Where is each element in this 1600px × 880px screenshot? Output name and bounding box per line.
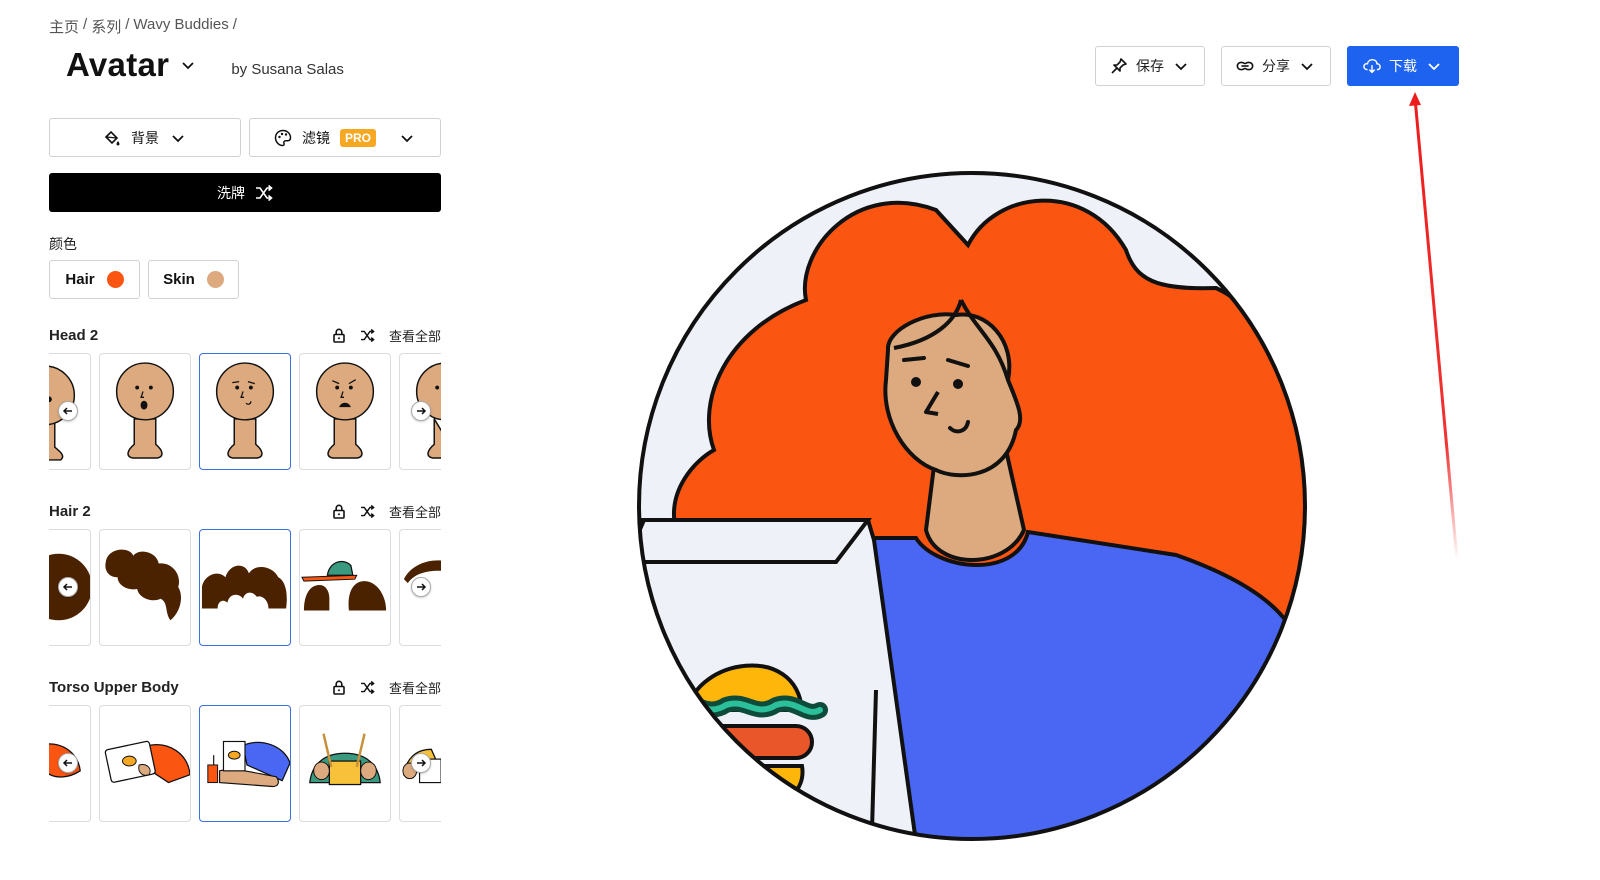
hair-carousel [49, 529, 441, 647]
lock-icon[interactable] [332, 327, 346, 343]
customizer-panel: 背景 滤镜 PRO 洗牌 颜色 Hair Skin Head 2 查看全部 Ha… [49, 118, 441, 823]
hair-option-card[interactable] [299, 529, 391, 646]
author-credit[interactable]: by Susana Salas [231, 61, 344, 78]
shuffle-icon[interactable] [360, 504, 375, 518]
background-label: 背景 [131, 129, 159, 146]
torso-option-card[interactable] [99, 705, 191, 822]
chevron-down-icon [1425, 57, 1443, 75]
torso-option-card[interactable] [299, 705, 391, 822]
save-button[interactable]: 保存 [1095, 46, 1205, 86]
skin-color-swatch [206, 271, 224, 288]
chevron-down-icon [398, 129, 416, 147]
section-title: Torso Upper Body [49, 678, 179, 696]
share-label: 分享 [1262, 58, 1290, 74]
palette-icon [274, 129, 292, 147]
breadcrumb-series[interactable]: 系列 [91, 16, 121, 37]
save-label: 保存 [1136, 58, 1164, 74]
section-title: Head 2 [49, 326, 99, 344]
arrow-left-icon [62, 759, 72, 767]
arrow-right-icon [417, 759, 427, 767]
head-option-card[interactable] [299, 353, 391, 470]
arrow-right-icon [417, 407, 427, 415]
view-all-link[interactable]: 查看全部 [389, 502, 441, 521]
background-button[interactable]: 背景 [49, 118, 241, 157]
hair-section: Hair 2 查看全部 [49, 501, 441, 647]
color-section-label: 颜色 [49, 236, 77, 252]
shuffle-icon[interactable] [360, 328, 375, 342]
hair-option-card-selected[interactable] [199, 529, 291, 646]
breadcrumb-separator: / [125, 16, 130, 33]
torso-section: Torso Upper Body 查看全部 [49, 677, 441, 823]
chevron-down-icon [169, 129, 187, 147]
lock-icon[interactable] [332, 679, 346, 695]
filter-label: 滤镜 [301, 129, 330, 146]
paint-bucket-icon [103, 129, 121, 147]
carousel-next-button[interactable] [411, 577, 431, 597]
shuffle-icon[interactable] [360, 680, 375, 694]
pro-badge: PRO [339, 128, 376, 147]
view-all-link[interactable]: 查看全部 [389, 326, 441, 345]
hair-option-card[interactable] [99, 529, 191, 646]
chevron-down-icon[interactable] [181, 58, 195, 72]
head-option-card[interactable] [99, 353, 191, 470]
link-icon [1236, 57, 1254, 75]
cloud-download-icon [1363, 57, 1381, 75]
hair-color-label: Hair [65, 271, 95, 288]
shuffle-label: 洗牌 [217, 184, 245, 201]
breadcrumb-collection[interactable]: Wavy Buddies [133, 16, 228, 37]
lock-icon[interactable] [332, 503, 346, 519]
carousel-next-button[interactable] [411, 753, 431, 773]
chevron-down-icon [1172, 57, 1190, 75]
color-chips: Hair Skin [49, 260, 441, 299]
skin-color-label: Skin [163, 271, 195, 288]
pin-icon [1110, 57, 1128, 75]
share-button[interactable]: 分享 [1221, 46, 1331, 86]
title-row: Avatar by Susana Salas [66, 46, 344, 84]
head-section: Head 2 查看全部 [49, 325, 441, 471]
breadcrumb-separator: / [232, 16, 237, 33]
breadcrumb: 主页 / 系列 / Wavy Buddies / [49, 16, 237, 37]
chevron-down-icon [1298, 57, 1316, 75]
carousel-next-button[interactable] [411, 401, 431, 421]
page-title[interactable]: Avatar [66, 46, 169, 84]
arrow-left-icon [62, 583, 72, 591]
torso-carousel [49, 705, 441, 823]
download-label: 下载 [1389, 58, 1417, 74]
download-button[interactable]: 下载 [1347, 46, 1459, 86]
carousel-prev-button[interactable] [58, 753, 78, 773]
arrow-left-icon [62, 407, 72, 415]
section-title: Hair 2 [49, 502, 91, 520]
carousel-prev-button[interactable] [58, 577, 78, 597]
view-all-link[interactable]: 查看全部 [389, 678, 441, 697]
shuffle-button[interactable]: 洗牌 [49, 173, 441, 212]
top-actions: 保存 分享 下载 [1095, 46, 1459, 86]
carousel-prev-button[interactable] [58, 401, 78, 421]
breadcrumb-separator: / [83, 16, 88, 33]
head-carousel [49, 353, 441, 471]
arrow-right-icon [417, 583, 427, 591]
hair-color-chip[interactable]: Hair [49, 260, 140, 299]
shuffle-icon [255, 184, 273, 202]
breadcrumb-home[interactable]: 主页 [49, 16, 79, 37]
avatar-preview [637, 171, 1307, 841]
skin-color-chip[interactable]: Skin [148, 260, 239, 299]
filter-button[interactable]: 滤镜 PRO [249, 118, 441, 157]
torso-option-card-selected[interactable] [199, 705, 291, 822]
annotation-arrow [1409, 92, 1459, 561]
head-option-card-selected[interactable] [199, 353, 291, 470]
hair-color-swatch [106, 271, 124, 288]
